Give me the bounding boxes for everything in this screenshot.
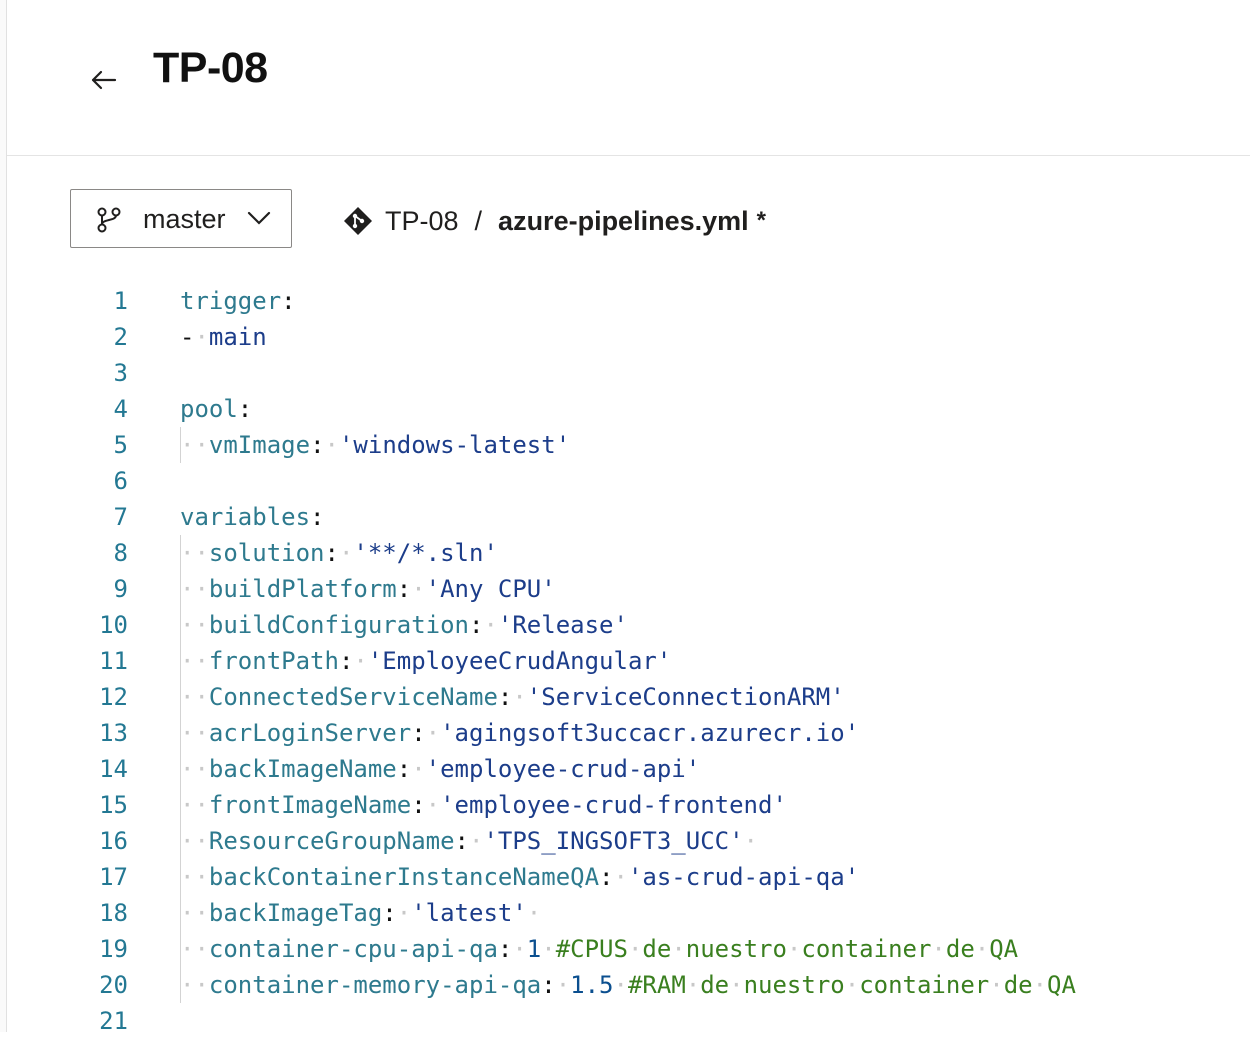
code-line[interactable]: 4 pool: — [0, 391, 1250, 427]
code-text: ··solution:·'**/*.sln' — [180, 539, 498, 567]
code-line[interactable]: 1 trigger: — [0, 283, 1250, 319]
code-text: ··backImageTag:·'latest'· — [180, 899, 542, 927]
code-text: ··backImageName:·'employee-crud-api' — [180, 755, 701, 783]
line-number: 3 — [113, 359, 128, 387]
code-text: ··ConnectedServiceName:·'ServiceConnecti… — [180, 683, 845, 711]
page-title: TP-08 — [153, 44, 268, 92]
code-text: ··buildConfiguration:·'Release' — [180, 611, 628, 639]
code-text: ··vmImage:·'windows-latest' — [180, 431, 571, 459]
code-text: ··ResourceGroupName:·'TPS_INGSOFT3_UCC'· — [180, 827, 758, 855]
line-number: 1 — [113, 287, 128, 315]
branch-label: master — [143, 204, 226, 234]
code-line[interactable]: 19 ··container-cpu-api-qa:·1·#CPUS·de·nue… — [0, 931, 1250, 967]
breadcrumb-file: azure-pipelines.yml — [498, 205, 749, 236]
code-line[interactable]: 17 ··backContainerInstanceNameQA:·'as-cru… — [0, 859, 1250, 895]
code-text: trigger: — [180, 287, 296, 315]
code-line[interactable]: 7 variables: — [0, 499, 1250, 535]
line-number: 7 — [113, 503, 128, 531]
line-number: 10 — [99, 611, 128, 639]
line-number: 16 — [99, 827, 128, 855]
line-number: 8 — [113, 539, 128, 567]
code-line[interactable]: 12 ··ConnectedServiceName:·'ServiceConnec… — [0, 679, 1250, 715]
page-header: TP-08 — [7, 0, 1250, 156]
line-number: 2 — [113, 323, 128, 351]
code-text: variables: — [180, 503, 325, 531]
code-text: ··acrLoginServer:·'agingsoft3uccacr.azur… — [180, 719, 860, 747]
code-line[interactable]: 21 — [0, 1003, 1250, 1039]
arrow-left-icon — [91, 70, 117, 90]
line-number: 13 — [99, 719, 128, 747]
code-line[interactable]: 18 ··backImageTag:·'latest'· — [0, 895, 1250, 931]
line-number: 5 — [113, 431, 128, 459]
code-line[interactable]: 2 -·main — [0, 319, 1250, 355]
line-number: 14 — [99, 755, 128, 783]
line-number: 17 — [99, 863, 128, 891]
code-text: ··frontImageName:·'employee-crud-fronten… — [180, 791, 787, 819]
line-number: 15 — [99, 791, 128, 819]
line-number: 21 — [99, 1007, 128, 1035]
code-line[interactable]: 15 ··frontImageName:·'employee-crud-front… — [0, 787, 1250, 823]
line-number: 6 — [113, 467, 128, 495]
repo-git-icon — [343, 206, 373, 236]
code-text: ··backContainerInstanceNameQA:·'as-crud-… — [180, 863, 860, 891]
line-number: 9 — [113, 575, 128, 603]
code-text: ··frontPath:·'EmployeeCrudAngular' — [180, 647, 672, 675]
code-line[interactable]: 16 ··ResourceGroupName:·'TPS_INGSOFT3_UCC… — [0, 823, 1250, 859]
back-button[interactable] — [85, 60, 125, 100]
code-line[interactable]: 10 ··buildConfiguration:·'Release' — [0, 607, 1250, 643]
line-number: 18 — [99, 899, 128, 927]
line-number: 20 — [99, 971, 128, 999]
code-line[interactable]: 13 ··acrLoginServer:·'agingsoft3uccacr.az… — [0, 715, 1250, 751]
code-line[interactable]: 9 ··buildPlatform:·'Any CPU' — [0, 571, 1250, 607]
code-text: ··buildPlatform:·'Any CPU' — [180, 575, 556, 603]
unsaved-marker: * — [756, 207, 766, 234]
line-number: 19 — [99, 935, 128, 963]
line-number: 11 — [99, 647, 128, 675]
branch-icon — [97, 207, 121, 233]
breadcrumb-repo[interactable]: TP-08 — [385, 206, 459, 237]
code-line[interactable]: 20 ··container-memory-api-qa:·1.5·#RAM·de… — [0, 967, 1250, 1003]
line-number: 12 — [99, 683, 128, 711]
branch-selector[interactable]: master — [70, 189, 292, 248]
code-line[interactable]: 8 ··solution:·'**/*.sln' — [0, 535, 1250, 571]
code-line[interactable]: 3 — [0, 355, 1250, 391]
breadcrumb-separator: / — [474, 205, 483, 236]
breadcrumb: TP-08 / azure-pipelines.yml * — [343, 204, 766, 238]
code-text: pool: — [180, 395, 253, 423]
code-text: ··container-memory-api-qa:·1.5·#RAM·de·n… — [180, 971, 1076, 999]
code-text: ··container-cpu-api-qa:·1·#CPUS·de·nuest… — [180, 935, 1019, 963]
code-line[interactable]: 5 ··vmImage:·'windows-latest' — [0, 427, 1250, 463]
chevron-down-icon — [247, 211, 271, 225]
code-line[interactable]: 14 ··backImageName:·'employee-crud-api' — [0, 751, 1250, 787]
code-text: -·main — [180, 323, 267, 351]
code-line[interactable]: 6 — [0, 463, 1250, 499]
code-line[interactable]: 11 ··frontPath:·'EmployeeCrudAngular' — [0, 643, 1250, 679]
line-number: 4 — [113, 395, 128, 423]
